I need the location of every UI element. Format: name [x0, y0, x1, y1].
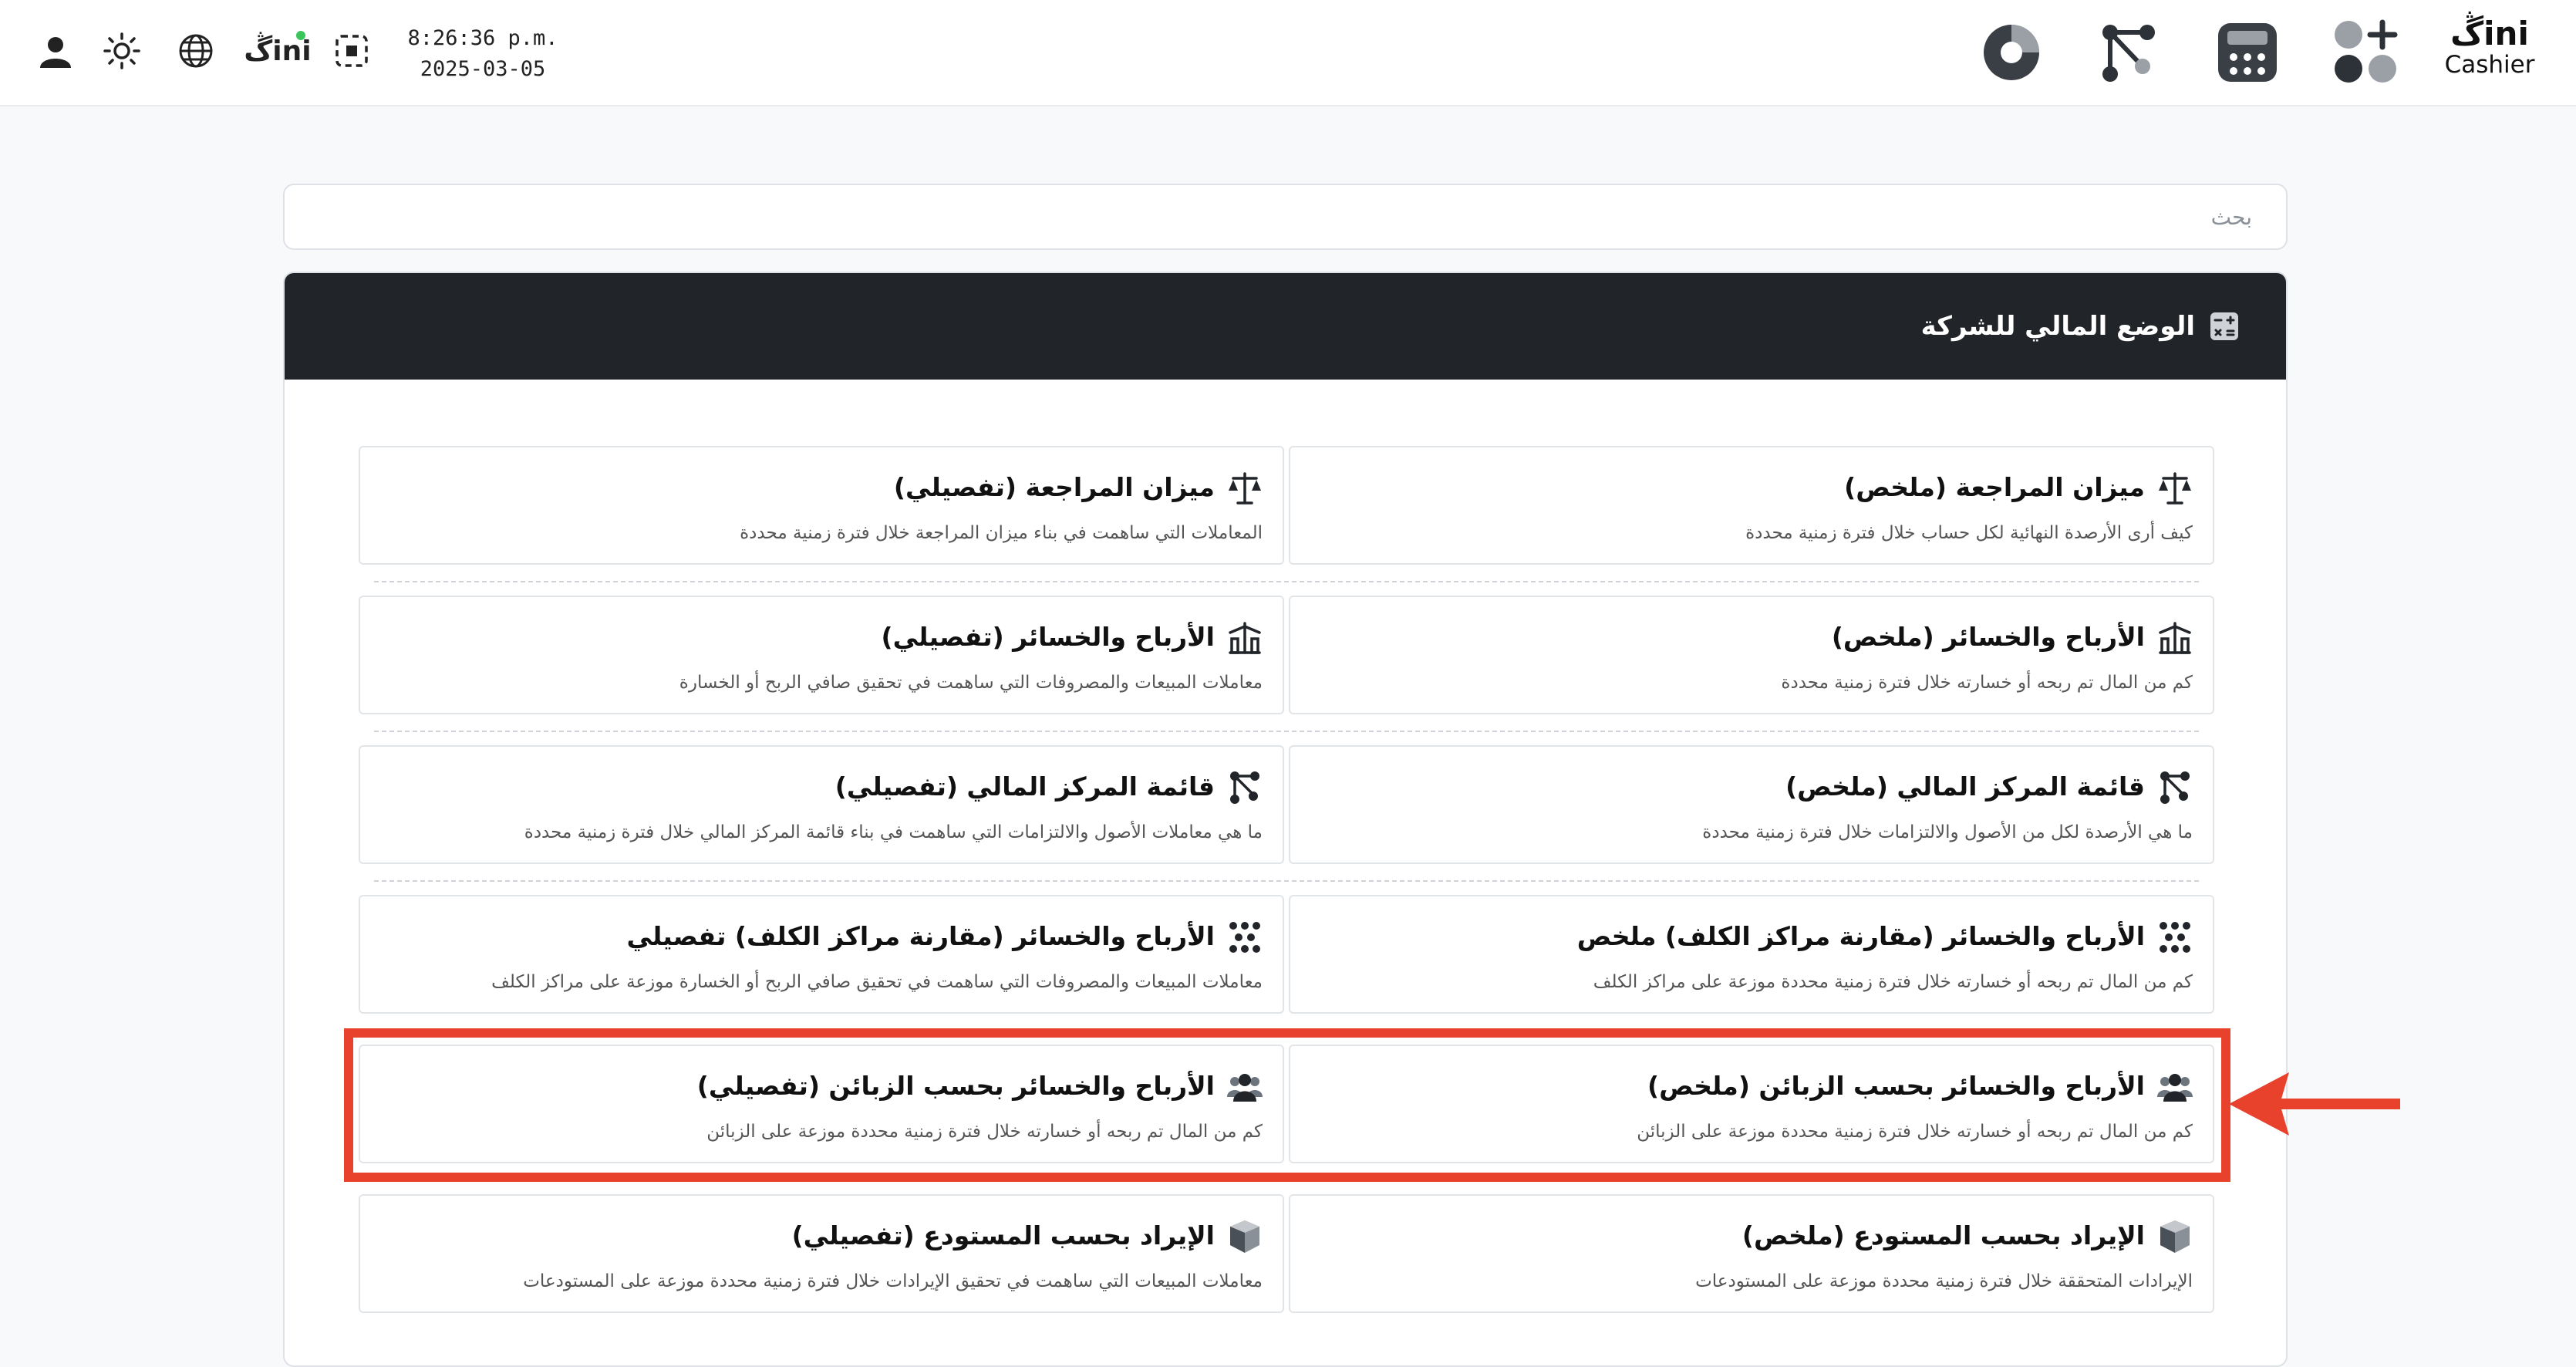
highlight-box — [344, 1028, 2230, 1182]
report-description: كم من المال تم ربحه أو خسارته خلال فترة … — [1781, 673, 2193, 693]
sun-icon[interactable] — [97, 26, 147, 76]
report-tile-trial-balance-summary[interactable]: ميزان المراجعة (ملخص) كيف أرى الأرصدة ال… — [1289, 446, 2214, 565]
brand-mark: ڴini — [2450, 15, 2529, 52]
gini-logo-icon[interactable]: ڴini — [244, 26, 312, 76]
dots-grid-icon — [1229, 922, 1260, 953]
report-title: قائمة المركز المالي (تفصيلي) — [835, 771, 1215, 802]
report-title: قائمة المركز المالي (ملخص) — [1785, 771, 2145, 802]
globe-icon[interactable] — [171, 26, 221, 76]
report-title: الأرباح والخسائر (مقارنة مراكز الكلف) مل… — [1576, 921, 2145, 951]
user-icon[interactable] — [31, 26, 80, 76]
nodes-icon — [2160, 771, 2190, 804]
row-divider — [374, 581, 2199, 582]
report-description: معاملات المبيعات والمصروفات التي ساهمت ف… — [491, 972, 1263, 992]
report-title: ميزان المراجعة (ملخص) — [1844, 472, 2145, 502]
report-title: الأرباح والخسائر (تفصيلي) — [881, 622, 1215, 652]
report-tile-trial-balance-detailed[interactable]: ميزان المراجعة (تفصيلي) المعاملات التي س… — [359, 446, 1284, 565]
search-input[interactable] — [283, 184, 2288, 250]
scale-icon — [2159, 472, 2191, 505]
nodes-icon — [1230, 771, 1259, 804]
brand-word: Cashier — [2444, 51, 2535, 79]
report-tile-financial-position-summary[interactable]: قائمة المركز المالي (ملخص) ما هي الأرصدة… — [1289, 745, 2214, 864]
warehouse-icon — [1230, 1220, 1259, 1253]
report-tile-warehouse-summary[interactable]: الإيراد بحسب المستودع (ملخص) الإيرادات ا… — [1289, 1194, 2214, 1313]
financial-position-card: الوضع المالي للشركة ميزان المراجعة (ملخص… — [283, 272, 2288, 1367]
report-title: ميزان المراجعة (تفصيلي) — [893, 472, 1215, 502]
report-description: كم من المال تم ربحه أو خسارته خلال فترة … — [1593, 972, 2193, 992]
calculator-icon[interactable] — [2210, 15, 2284, 89]
add-apps-icon[interactable] — [2329, 15, 2403, 89]
report-tile-warehouse-detailed[interactable]: الإيراد بحسب المستودع (تفصيلي) معاملات ا… — [359, 1194, 1284, 1313]
section-title: الوضع المالي للشركة — [1920, 311, 2195, 342]
report-tile-financial-position-detailed[interactable]: قائمة المركز المالي (تفصيلي) ما هي معامل… — [359, 745, 1284, 864]
report-title: الإيراد بحسب المستودع (ملخص) — [1741, 1220, 2145, 1251]
screenshot-icon[interactable] — [327, 26, 376, 76]
brand-logo[interactable]: ڴini Cashier — [2443, 17, 2536, 86]
report-description: المعاملات التي ساهمت في بناء ميزان المرا… — [740, 523, 1263, 543]
scale-icon — [1229, 472, 1261, 505]
clock-date: 2025-03-05 — [420, 57, 546, 81]
report-title: الأرباح والخسائر (ملخص) — [1831, 622, 2145, 652]
calculator-icon — [2210, 312, 2238, 340]
report-tile-profit-loss-summary[interactable]: الأرباح والخسائر (ملخص) كم من المال تم ر… — [1289, 596, 2214, 714]
report-description: ما هي معاملات الأصول والالتزامات التي سا… — [524, 822, 1263, 842]
top-bar: ڴini 8:26:36 p.m. 2025-03-05 ڴini Cashie… — [0, 0, 2576, 106]
warehouse-icon — [2160, 1220, 2190, 1253]
report-title: الإيراد بحسب المستودع (تفصيلي) — [791, 1220, 1215, 1251]
report-description: معاملات المبيعات التي ساهمت في تحقيق الإ… — [523, 1271, 1263, 1291]
arrow-left-icon — [2229, 1072, 2400, 1136]
pie-chart-icon[interactable] — [1974, 15, 2048, 89]
report-tile-profit-loss-detailed[interactable]: الأرباح والخسائر (تفصيلي) معاملات المبيع… — [359, 596, 1284, 714]
report-description: ما هي الأرصدة لكل من الأصول والالتزامات … — [1702, 822, 2193, 842]
section-header: الوضع المالي للشركة — [285, 273, 2286, 380]
report-description: معاملات المبيعات والمصروفات التي ساهمت ف… — [679, 673, 1263, 693]
report-tile-cost-centers-summary[interactable]: الأرباح والخسائر (مقارنة مراكز الكلف) مل… — [1289, 895, 2214, 1014]
clock-time: 8:26:36 p.m. — [407, 26, 558, 50]
report-description: الإيرادات المتحققة خلال فترة زمنية محددة… — [1695, 1271, 2193, 1291]
balance-chart-icon — [1229, 622, 1261, 654]
row-divider — [374, 880, 2199, 882]
report-description: كيف أرى الأرصدة النهائية لكل حساب خلال ف… — [1745, 523, 2193, 543]
report-title: الأرباح والخسائر (مقارنة مراكز الكلف) تف… — [626, 921, 1215, 951]
dots-grid-icon — [2160, 922, 2190, 953]
row-divider — [374, 731, 2199, 732]
report-tile-cost-centers-detailed[interactable]: الأرباح والخسائر (مقارنة مراكز الكلف) تف… — [359, 895, 1284, 1014]
clock: 8:26:36 p.m. 2025-03-05 — [406, 23, 560, 85]
flow-nodes-icon[interactable] — [2092, 15, 2166, 89]
online-dot-icon — [296, 31, 305, 40]
balance-chart-icon — [2159, 622, 2191, 654]
